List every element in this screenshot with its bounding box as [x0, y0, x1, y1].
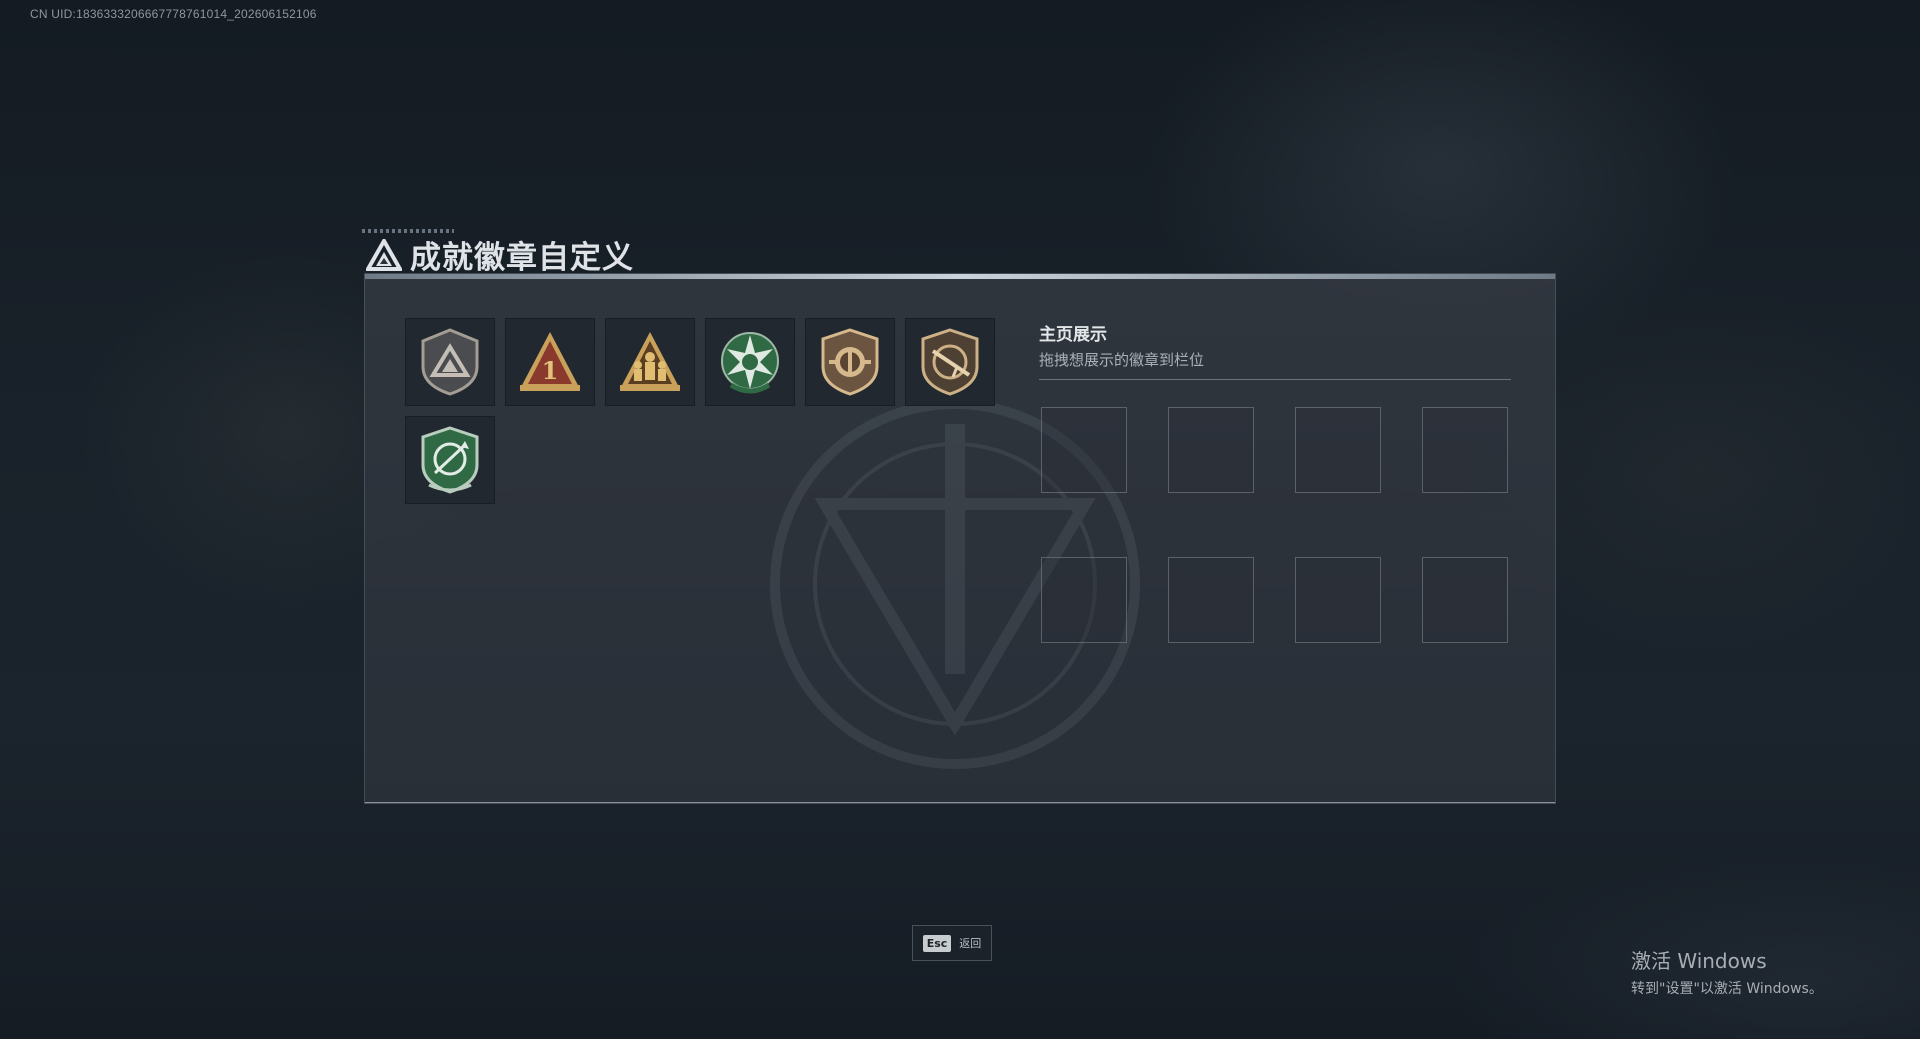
showcase-slot[interactable] [1422, 407, 1508, 493]
back-label: 返回 [959, 937, 982, 950]
showcase-slot[interactable] [1422, 557, 1508, 643]
panel-bottom-line [365, 802, 1555, 803]
showcase-slot[interactable] [1295, 407, 1381, 493]
windows-activation-notice: 激活 Windows 转到"设置"以激活 Windows。 [1631, 945, 1823, 998]
homepage-showcase: 主页展示 拖拽想展示的徽章到栏位 [1039, 318, 1511, 643]
showcase-slot-grid [1041, 407, 1508, 643]
panel-top-bar [365, 274, 1555, 279]
badge-slot[interactable] [905, 318, 995, 406]
showcase-slot[interactable] [1041, 407, 1127, 493]
svg-text:1: 1 [542, 356, 559, 385]
page-title: 成就徽章自定义 [410, 240, 634, 276]
bronze-shield-emblem-badge-icon [821, 328, 879, 396]
gray-shield-triangle-badge-icon [421, 328, 479, 396]
back-button[interactable]: Esc 返回 [912, 925, 992, 961]
red-triangle-number-one-badge-icon: 1 [520, 332, 580, 391]
showcase-slot[interactable] [1041, 557, 1127, 643]
badge-slot[interactable] [405, 318, 495, 406]
badge-slot[interactable]: 1 [505, 318, 595, 406]
page-title-bar: 成就徽章自定义 [366, 232, 634, 277]
esc-key-icon: Esc [922, 934, 952, 952]
showcase-divider [1039, 379, 1511, 380]
bronze-shield-rifle-badge-icon [921, 328, 979, 396]
showcase-slot[interactable] [1168, 557, 1254, 643]
badge-slot[interactable] [705, 318, 795, 406]
gold-triangle-soldiers-badge-icon [620, 332, 680, 391]
activation-title: 激活 Windows [1631, 949, 1767, 973]
showcase-slot[interactable] [1295, 557, 1381, 643]
badge-inventory: 1 [405, 318, 1015, 504]
badge-slot[interactable] [605, 318, 695, 406]
green-star-emblem-badge-icon [721, 332, 779, 394]
showcase-slot[interactable] [1168, 407, 1254, 493]
green-shield-crossed-arrows-badge-icon [421, 426, 479, 494]
badge-slot[interactable] [405, 416, 495, 504]
uid-label: CN UID:1836333206667778761014_2026061521… [30, 7, 317, 21]
triangle-logo-icon [366, 238, 402, 271]
showcase-subtitle: 拖拽想展示的徽章到栏位 [1039, 351, 1205, 369]
badge-customize-panel: 1 主页展示 拖拽想展示的徽章到栏位 [364, 273, 1556, 804]
badge-slot[interactable] [805, 318, 895, 406]
showcase-title: 主页展示 [1039, 325, 1107, 345]
activation-subtitle: 转到"设置"以激活 Windows。 [1631, 981, 1823, 997]
